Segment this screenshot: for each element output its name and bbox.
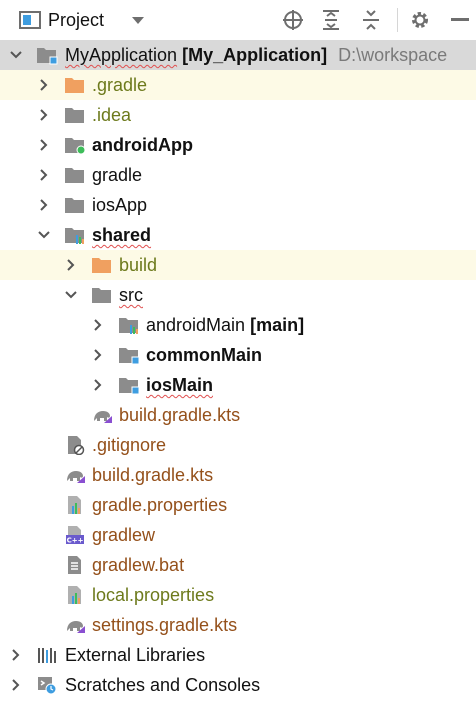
tree-row-shared[interactable]: shared (0, 220, 476, 250)
gradle-elephant-icon (91, 405, 113, 425)
tree-item-label: .gitignore (92, 435, 167, 455)
source-module-folder-icon (118, 375, 140, 395)
tree-item-label: build.gradle.kts (92, 465, 214, 485)
tree-item-label: src (119, 285, 143, 305)
properties-file-icon (64, 585, 86, 605)
tree-item-label: settings.gradle.kts (92, 615, 238, 635)
tree-row-scratches-and-consoles[interactable]: Scratches and Consoles (0, 670, 476, 700)
chevron-right-icon[interactable] (36, 190, 52, 220)
folder-icon (64, 195, 86, 215)
ignore-file-icon (64, 435, 86, 456)
chevron-right-icon[interactable] (90, 310, 106, 340)
tree-row-build[interactable]: build (0, 250, 476, 280)
chevron-right-icon[interactable] (36, 130, 52, 160)
folder-icon (91, 285, 113, 305)
tree-row-settings-gradle-kts[interactable]: settings.gradle.kts (0, 610, 476, 640)
tree-row-iosmain[interactable]: iosMain (0, 370, 476, 400)
excluded-folder-icon (64, 75, 86, 95)
chevron-right-icon[interactable] (90, 340, 106, 370)
tree-row-src[interactable]: src (0, 280, 476, 310)
tree-row-dot-gradle[interactable]: .gradle (0, 70, 476, 100)
tree-row-build-gradle-kts[interactable]: build.gradle.kts (0, 460, 476, 490)
project-toolbar: Project (0, 0, 476, 41)
tree-item-label: gradle.properties (92, 495, 228, 515)
chevron-right-icon[interactable] (63, 250, 79, 280)
tree-row-gitignore[interactable]: .gitignore (0, 430, 476, 460)
tree-row-gradlew[interactable]: C++ gradlew (0, 520, 476, 550)
expand-all-icon[interactable] (318, 0, 344, 40)
folder-icon (64, 105, 86, 125)
tree-item-label: gradlew (92, 525, 156, 545)
scratches-icon (36, 675, 58, 695)
module-bars-folder-icon (118, 315, 140, 335)
chevron-down-icon[interactable] (63, 280, 79, 310)
gear-icon[interactable] (407, 0, 433, 40)
tree-item-label: androidApp (92, 135, 193, 155)
project-tree: MyApplication [My_Application] D:\worksp… (0, 40, 476, 700)
module-bars-folder-icon (64, 225, 86, 245)
tree-row-gradle[interactable]: gradle (0, 160, 476, 190)
tree-item-label: iosMain (146, 375, 214, 395)
chevron-down-icon[interactable] (36, 220, 52, 250)
source-set-badge: [main] (250, 315, 305, 335)
tree-row-commonmain[interactable]: commonMain (0, 340, 476, 370)
cpp-file-icon: C++ (64, 525, 86, 545)
gradle-elephant-icon (64, 465, 86, 485)
tree-item-label: shared (92, 225, 152, 245)
project-view-icon[interactable] (18, 0, 42, 40)
tree-item-label: .gradle (92, 75, 148, 95)
tree-item-label: local.properties (92, 585, 215, 605)
root-project-name: MyApplication (65, 45, 178, 65)
tree-item-label: build.gradle.kts (119, 405, 241, 425)
chevron-right-icon[interactable] (8, 640, 24, 670)
tree-row-androidapp[interactable]: androidApp (0, 130, 476, 160)
tree-row-local-properties[interactable]: local.properties (0, 580, 476, 610)
tree-item-label: build (119, 255, 158, 275)
module-folder-icon (36, 45, 58, 65)
dropdown-icon[interactable] (128, 0, 148, 40)
svg-text:C++: C++ (67, 537, 84, 545)
tree-item-label: Scratches and Consoles (65, 675, 261, 695)
tree-item-label: External Libraries (65, 645, 206, 665)
root-module-name: [My_Application] (182, 45, 328, 65)
android-module-folder-icon (64, 135, 86, 155)
tree-row-gradlew-bat[interactable]: gradlew.bat (0, 550, 476, 580)
properties-file-icon (64, 495, 86, 515)
excluded-folder-icon (91, 255, 113, 275)
chevron-right-icon[interactable] (36, 70, 52, 100)
tree-item-label: androidMain (146, 315, 246, 335)
root-path: D:\workspace (338, 45, 448, 65)
text-file-icon (64, 555, 86, 575)
tree-row-dot-idea[interactable]: .idea (0, 100, 476, 130)
collapse-all-icon[interactable] (358, 0, 384, 40)
tree-item-label: .idea (92, 105, 132, 125)
tree-item-label: commonMain (146, 345, 263, 365)
chevron-right-icon[interactable] (36, 100, 52, 130)
chevron-right-icon[interactable] (8, 670, 24, 700)
tree-item-label: iosApp (92, 195, 148, 215)
folder-icon (64, 165, 86, 185)
tree-row-gradle-properties[interactable]: gradle.properties (0, 490, 476, 520)
tree-row-androidmain[interactable]: androidMain [main] (0, 310, 476, 340)
tree-row-root[interactable]: MyApplication [My_Application] D:\worksp… (0, 40, 476, 70)
tree-row-shared-build-gradle-kts[interactable]: build.gradle.kts (0, 400, 476, 430)
tree-item-label: gradle (92, 165, 143, 185)
project-view-title[interactable]: Project (48, 0, 104, 40)
locate-icon[interactable] (280, 0, 306, 40)
tree-item-label: gradlew.bat (92, 555, 185, 575)
chevron-down-icon[interactable] (8, 40, 24, 70)
hide-icon[interactable] (447, 0, 473, 40)
source-module-folder-icon (118, 345, 140, 365)
toolbar-separator (397, 8, 398, 32)
chevron-right-icon[interactable] (90, 370, 106, 400)
gradle-elephant-icon (64, 615, 86, 635)
tree-row-external-libraries[interactable]: External Libraries (0, 640, 476, 670)
library-icon (36, 645, 58, 665)
tree-row-iosapp[interactable]: iosApp (0, 190, 476, 220)
chevron-right-icon[interactable] (36, 160, 52, 190)
